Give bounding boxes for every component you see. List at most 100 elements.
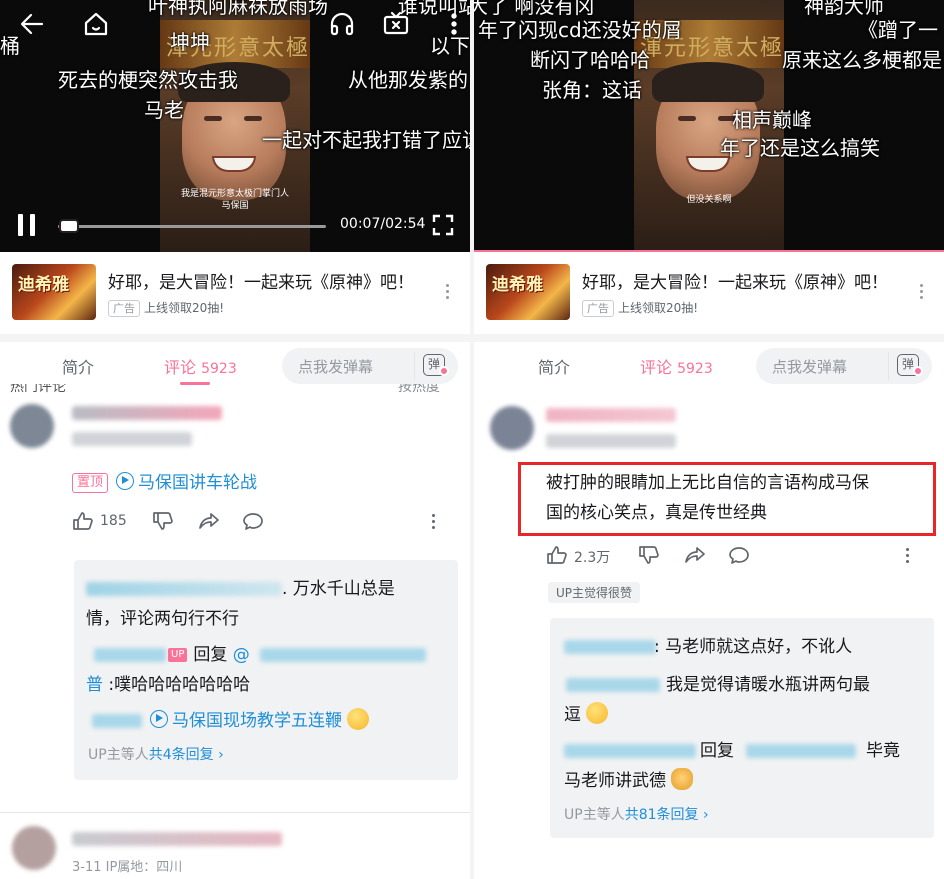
video-link-label: 马保国讲车轮战 bbox=[138, 473, 258, 493]
play-circle-icon bbox=[150, 710, 168, 728]
laughing-emoji-icon bbox=[586, 702, 609, 724]
reply-text: . 万水千山总是 bbox=[282, 579, 395, 599]
reply-username-blurred[interactable] bbox=[564, 744, 696, 758]
video-player[interactable]: 渾元形意太極 我是混元形意太极门掌门人 马保国 叶神执阿麻袜放雨场 谁说叫站 桶… bbox=[0, 0, 470, 252]
reply-text-body: 马老师讲武德 bbox=[564, 771, 666, 791]
ad-tag: 广告 bbox=[108, 300, 140, 317]
reply-username-blurred[interactable] bbox=[92, 714, 142, 728]
tab-intro[interactable]: 简介 bbox=[62, 354, 94, 378]
comment-more-icon[interactable] bbox=[904, 548, 910, 566]
up-liked-badge: UP主觉得很赞 bbox=[548, 582, 641, 603]
share-icon bbox=[685, 547, 705, 563]
avatar[interactable] bbox=[10, 404, 54, 448]
mention-blurred[interactable] bbox=[260, 648, 426, 662]
chat-bubble-icon bbox=[729, 547, 749, 564]
share-button[interactable] bbox=[684, 544, 706, 568]
dislike-button[interactable] bbox=[638, 544, 660, 568]
video-link[interactable]: 马保国现场教学五连鞭 bbox=[150, 710, 342, 731]
danmaku-item: 《蹭了一 bbox=[858, 18, 938, 42]
danmaku-input[interactable]: 点我发弹幕 弹 bbox=[756, 348, 932, 384]
tab-underline bbox=[180, 382, 210, 385]
tab-bar: 简介 评论 5923 点我发弹幕 弹 bbox=[474, 334, 944, 384]
home-icon[interactable] bbox=[82, 10, 110, 38]
progress-thumb[interactable] bbox=[58, 219, 79, 233]
thumbs-up-icon bbox=[547, 546, 567, 564]
ad-banner[interactable]: 迪希雅 好耶，是大冒险！一起来玩《原神》吧！ 广告 上线领取20抽! bbox=[0, 252, 470, 334]
reply-username-blurred[interactable] bbox=[566, 678, 660, 692]
thumbs-up-icon bbox=[73, 512, 93, 530]
reply-word: 回复 bbox=[700, 741, 734, 761]
view-replies-link[interactable]: UP主等人共81条回复 › bbox=[564, 804, 709, 824]
danmaku-input[interactable]: 点我发弹幕 弹 bbox=[282, 348, 458, 384]
tab-intro[interactable]: 简介 bbox=[538, 354, 570, 378]
ad-title[interactable]: 好耶，是大冒险！一起来玩《原神》吧！ bbox=[582, 268, 888, 293]
more-vertical-icon[interactable] bbox=[440, 10, 457, 38]
reply-username-blurred[interactable] bbox=[86, 582, 282, 596]
username-blurred[interactable] bbox=[546, 408, 676, 422]
dislike-button[interactable] bbox=[152, 510, 174, 534]
thumbs-down-icon bbox=[639, 546, 659, 564]
ad-thumbnail[interactable]: 迪希雅 bbox=[486, 264, 570, 320]
danmaku-settings-icon[interactable]: 弹 bbox=[414, 352, 454, 380]
reply-text: 我是觉得请暖水瓶讲两句最 bbox=[666, 675, 870, 695]
fullscreen-icon[interactable] bbox=[432, 214, 454, 236]
danmaku-placeholder: 点我发弹幕 bbox=[298, 358, 374, 376]
tab-comments[interactable]: 评论 5923 bbox=[640, 354, 713, 378]
reply-username-blurred[interactable] bbox=[94, 648, 166, 662]
like-button[interactable]: 185 bbox=[72, 510, 127, 534]
more-count: 共4条回复 bbox=[148, 747, 214, 763]
tv-cast-icon[interactable] bbox=[382, 10, 410, 38]
ad-subtitle: 上线领取20抽! bbox=[144, 301, 225, 315]
danmaku-item: 张角：这话 bbox=[542, 78, 642, 102]
cat-emoji-icon bbox=[671, 768, 694, 790]
player-controls: 00:07/02:54 bbox=[0, 200, 470, 252]
mention-tail[interactable]: 普 bbox=[86, 675, 103, 695]
pause-icon[interactable] bbox=[16, 212, 40, 238]
left-screenshot: 渾元形意太極 我是混元形意太极门掌门人 马保国 叶神执阿麻袜放雨场 谁说叫站 桶… bbox=[0, 0, 470, 879]
reply-text: 情，评论两句行不行 bbox=[86, 609, 239, 629]
ad-thumbnail[interactable]: 迪希雅 bbox=[12, 264, 96, 320]
username-blurred[interactable] bbox=[72, 832, 282, 846]
mention-blurred[interactable] bbox=[746, 744, 856, 758]
mention[interactable]: @ bbox=[233, 645, 250, 665]
comment-actions: 185 bbox=[72, 510, 442, 534]
avatar[interactable] bbox=[12, 826, 56, 870]
ad-title[interactable]: 好耶，是大冒险！一起来玩《原神》吧！ bbox=[108, 268, 414, 293]
danmaku-settings-icon[interactable]: 弹 bbox=[888, 352, 928, 380]
like-button[interactable]: 2.3万 bbox=[546, 544, 610, 568]
reply-button[interactable] bbox=[242, 510, 264, 534]
danmaku-item: 死去的梗突然攻击我 bbox=[58, 68, 238, 92]
reply-box[interactable]: . 万水千山总是 情，评论两句行不行 UP 回复 @ 普 :噗哈哈哈哈哈哈哈 马保… bbox=[74, 560, 458, 780]
view-replies-link[interactable]: UP主等人共4条回复 › bbox=[88, 744, 224, 764]
tab-comments[interactable]: 评论 5923 bbox=[164, 354, 237, 378]
comment-line-2: 国的核心笑点，真是传世经典 bbox=[546, 503, 767, 523]
reply-text-tail: :噗哈哈哈哈哈哈哈 bbox=[103, 675, 251, 695]
reply-username-blurred[interactable] bbox=[564, 640, 656, 654]
comment-more-icon[interactable] bbox=[430, 514, 436, 532]
progress-bar[interactable] bbox=[58, 219, 326, 233]
back-arrow-icon[interactable] bbox=[18, 10, 46, 38]
comment-actions: 2.3万 bbox=[546, 544, 916, 568]
ad-more-icon[interactable] bbox=[444, 284, 450, 302]
video-player[interactable]: 渾元形意太極 但没关系啊 神韵大师 大了 啊没有冈 年了闪现cd还没好的屑 《蹭… bbox=[474, 0, 944, 252]
reply-box[interactable]: : 马老师就这点好，不讹人 我是觉得请暖水瓶讲两句最 逗 回复 毕竟 马老师讲武… bbox=[550, 618, 934, 838]
reply-text: 逗 bbox=[564, 700, 609, 730]
comment-content: 被打肿的眼睛加上无比自信的言语构成马保 国的核心笑点，真是传世经典 bbox=[546, 468, 869, 528]
avatar[interactable] bbox=[490, 406, 534, 450]
comment-count: 5923 bbox=[201, 361, 237, 377]
more-prefix: UP主等人 bbox=[88, 747, 149, 763]
headphones-icon[interactable] bbox=[328, 10, 356, 38]
tab-comments-label: 评论 bbox=[640, 358, 673, 377]
ad-more-icon[interactable] bbox=[918, 284, 924, 302]
play-circle-icon bbox=[116, 472, 135, 490]
username-blurred[interactable] bbox=[72, 406, 222, 420]
up-tag: UP bbox=[168, 648, 188, 662]
share-button[interactable] bbox=[198, 510, 220, 534]
ad-thumb-text: 迪希雅 bbox=[18, 275, 69, 295]
chevron-right-icon: › bbox=[702, 807, 709, 823]
reply-button[interactable] bbox=[728, 544, 750, 568]
danmaku-item: 坤坤 bbox=[170, 30, 210, 54]
video-link[interactable]: 马保国讲车轮战 bbox=[116, 472, 258, 493]
ad-banner[interactable]: 迪希雅 好耶，是大冒险！一起来玩《原神》吧！ 广告 上线领取20抽! bbox=[474, 252, 944, 334]
chat-bubble-icon bbox=[243, 513, 263, 530]
